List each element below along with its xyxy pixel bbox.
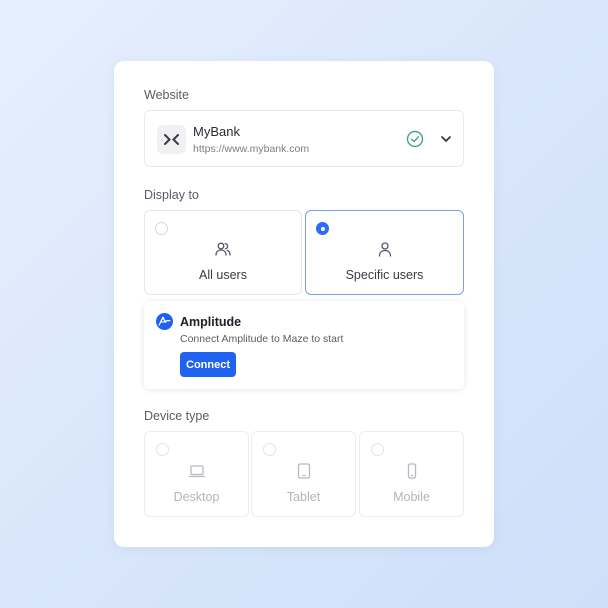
mobile-radio[interactable] <box>371 443 384 456</box>
mybank-logo-icon <box>157 125 186 154</box>
connect-button[interactable]: Connect <box>180 352 236 377</box>
user-icon <box>378 242 391 257</box>
amplitude-logo-icon <box>156 313 173 330</box>
tablet-radio[interactable] <box>263 443 276 456</box>
tablet-icon <box>297 463 310 479</box>
option-all-users[interactable]: All users <box>144 210 302 295</box>
specific-users-label: Specific users <box>345 268 424 282</box>
desktop-radio[interactable] <box>156 443 169 456</box>
tablet-label: Tablet <box>286 490 321 504</box>
settings-card: Website MyBank https://www.mybank.com Di… <box>114 61 494 547</box>
mobile-icon <box>407 463 416 479</box>
device-option-desktop[interactable]: Desktop <box>144 431 249 517</box>
amplitude-title: Amplitude <box>180 315 242 329</box>
site-name: MyBank <box>193 124 240 139</box>
device-option-tablet[interactable]: Tablet <box>251 431 356 517</box>
display-to-label: Display to <box>144 188 199 202</box>
amplitude-panel: Amplitude Connect Amplitude to Maze to s… <box>144 301 464 389</box>
amplitude-description: Connect Amplitude to Maze to start <box>180 333 344 345</box>
device-option-mobile[interactable]: Mobile <box>359 431 464 517</box>
desktop-icon <box>188 465 205 478</box>
verified-check-icon <box>406 130 424 148</box>
desktop-label: Desktop <box>173 490 220 504</box>
specific-users-radio[interactable] <box>316 222 329 235</box>
users-icon <box>215 242 231 256</box>
site-url: https://www.mybank.com <box>193 143 310 155</box>
mobile-label: Mobile <box>393 490 430 504</box>
option-specific-users[interactable]: Specific users <box>305 210 464 295</box>
chevron-down-icon[interactable] <box>439 132 453 146</box>
website-select[interactable]: MyBank https://www.mybank.com <box>144 110 464 167</box>
all-users-label: All users <box>199 268 247 282</box>
all-users-radio[interactable] <box>155 222 168 235</box>
website-label: Website <box>144 88 189 102</box>
device-type-label: Device type <box>144 409 210 423</box>
